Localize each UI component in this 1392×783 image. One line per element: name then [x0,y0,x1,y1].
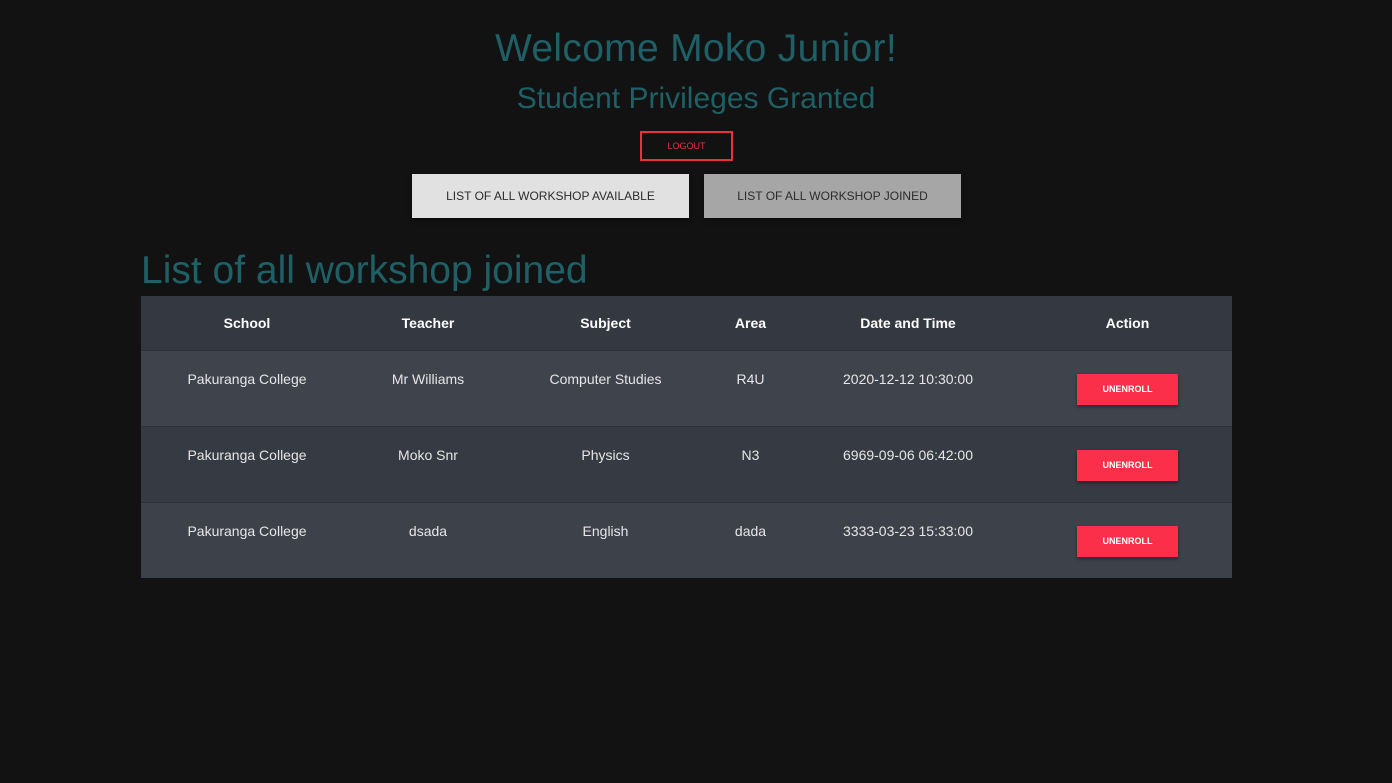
unenroll-button[interactable]: UNENROLL [1077,373,1178,405]
column-header-datetime: Date and Time [860,314,956,331]
workshops-available-button[interactable]: LIST OF ALL WORKSHOP AVAILABLE [412,174,689,218]
section-title: List of all workshop joined [141,249,588,292]
table-row: Pakuranga College Mr Williams Computer S… [141,350,1232,426]
cell-school: Pakuranga College [187,370,307,387]
cell-datetime: 2020-12-12 10:30:00 [843,370,973,387]
cell-teacher: Mr Williams [391,370,465,387]
cell-subject: Physics [581,446,630,463]
cell-subject: Computer Studies [549,370,662,387]
cell-subject: English [582,522,629,539]
cell-school: Pakuranga College [187,446,307,463]
cell-action: UNENROLL [1023,426,1232,502]
cell-datetime: 6969-09-06 06:42:00 [843,446,973,463]
column-header-action: Action [1105,314,1150,331]
cell-teacher: Moko Snr [398,446,458,463]
workshops-joined-button[interactable]: LIST OF ALL WORKSHOP JOINED [704,174,961,218]
cell-action: UNENROLL [1023,350,1232,426]
cell-area: dada [734,522,767,539]
column-header-school: School [223,314,271,331]
cell-area: N3 [741,446,760,463]
table-row: Pakuranga College Moko Snr Physics N3 69… [141,426,1232,502]
logout-button[interactable]: LOGOUT [640,131,733,161]
column-header-subject: Subject [580,314,631,331]
cell-teacher: dsada [408,522,448,539]
table-header-row: School Teacher Subject Area Date and Tim… [141,296,1232,350]
unenroll-button[interactable]: UNENROLL [1077,449,1178,481]
cell-school: Pakuranga College [187,522,307,539]
welcome-heading: Welcome Moko Junior! [495,27,897,70]
privileges-subheading: Student Privileges Granted [516,82,876,115]
workshops-table: School Teacher Subject Area Date and Tim… [141,296,1232,578]
column-header-area: Area [734,314,767,331]
cell-area: R4U [736,370,765,387]
unenroll-button[interactable]: UNENROLL [1077,525,1178,557]
page: Welcome Moko Junior! Student Privileges … [0,0,1392,783]
cell-datetime: 3333-03-23 15:33:00 [843,522,973,539]
cell-action: UNENROLL [1023,502,1232,578]
column-header-teacher: Teacher [401,314,455,331]
table-row: Pakuranga College dsada English dada 333… [141,502,1232,578]
